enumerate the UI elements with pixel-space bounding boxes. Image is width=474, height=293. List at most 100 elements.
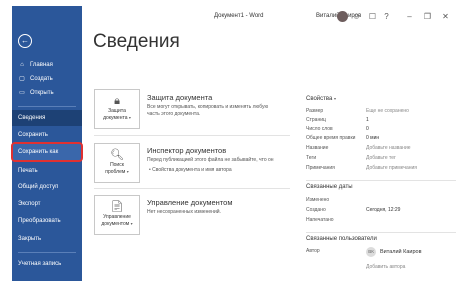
button-label-line2: документа: [103, 115, 128, 121]
sidebar-item-label: Сохранить: [18, 132, 48, 138]
lock-icon: 🔒︎: [114, 95, 120, 107]
help-icon[interactable]: ?: [381, 11, 392, 22]
property-label: Размер: [306, 108, 324, 114]
protect-document-button[interactable]: 🔒︎ Защита документа ▾: [94, 89, 140, 129]
chevron-down-icon: ▾: [334, 96, 337, 101]
section-title: Управление документом: [147, 198, 233, 207]
sidebar-item-label: Сведения: [18, 115, 46, 121]
property-label: Изменено: [306, 197, 330, 203]
back-arrow-icon[interactable]: ←: [18, 34, 32, 48]
property-label: Теги: [306, 155, 317, 161]
folder-icon: ▭: [19, 90, 25, 96]
close-icon[interactable]: ✕: [440, 11, 451, 22]
property-label: Число слов: [306, 126, 333, 132]
properties-divider: [306, 180, 456, 181]
emoji-icon[interactable]: ☺: [351, 11, 362, 22]
sidebar-item-save-as[interactable]: Сохранить как: [11, 142, 83, 162]
property-row: Добавить автора: [306, 264, 456, 272]
page-title: Сведения: [93, 31, 180, 52]
property-row: Теги Добавьте тег: [306, 155, 456, 163]
property-row: Число слов 0: [306, 126, 456, 134]
button-label-line2: документом: [101, 221, 130, 227]
button-label-line2: проблем: [105, 169, 126, 175]
property-row: Страниц 1: [306, 117, 456, 125]
window-edge: [0, 0, 12, 293]
avatar[interactable]: [337, 11, 348, 22]
section-description: Перед публикацией этого файла не забывай…: [147, 157, 274, 163]
property-row: Примечания Добавьте примечания: [306, 165, 456, 173]
new-doc-icon: ▢: [19, 76, 25, 82]
properties-divider: [306, 232, 456, 233]
tags-field[interactable]: Добавьте тег: [366, 155, 396, 161]
restore-icon[interactable]: ❐: [422, 11, 433, 22]
section-divider: [94, 135, 290, 136]
sidebar-item-transform[interactable]: Преобразовать: [12, 214, 82, 228]
property-value: Сегодня, 12:29: [366, 207, 401, 213]
property-value: 0 мин: [366, 135, 380, 141]
dates-header: Связанные даты: [306, 184, 353, 190]
title-field[interactable]: Добавьте название: [366, 145, 411, 151]
sidebar-item-label: Закрыть: [18, 236, 42, 242]
sidebar-item-label: Сохранить как: [18, 149, 59, 155]
properties-header-label: Свойства: [306, 96, 333, 102]
property-label: Создано: [306, 207, 326, 213]
manage-document-button[interactable]: 📄︎ Управление документом ▾: [94, 195, 140, 235]
people-header: Связанные пользователи: [306, 236, 377, 242]
sidebar-item-close[interactable]: Закрыть: [12, 232, 82, 246]
property-label: Напечатано: [306, 217, 334, 223]
sidebar-item-info[interactable]: Сведения: [12, 110, 82, 126]
sidebar-item-account[interactable]: Учетная запись: [12, 257, 82, 271]
sidebar-item-save[interactable]: Сохранить: [12, 128, 82, 142]
section-description: Все могут открывать, копировать и изменя…: [147, 104, 269, 117]
feedback-icon[interactable]: ☐: [367, 11, 378, 22]
sidebar-item-label: Учетная запись: [18, 261, 62, 267]
property-value: Еще не сохранено: [366, 108, 409, 114]
property-row: Изменено: [306, 197, 456, 205]
sidebar-item-label: Преобразовать: [18, 218, 61, 224]
check-issues-button[interactable]: 🔍︎ Поиск проблем ▾: [94, 143, 140, 183]
comments-field[interactable]: Добавьте примечания: [366, 165, 417, 171]
author-name: Виталий Каиров: [380, 249, 422, 255]
property-value: 0: [366, 126, 369, 132]
sidebar-item-print[interactable]: Печать: [12, 164, 82, 178]
chevron-down-icon: ▾: [128, 115, 131, 120]
window-title: Документ1 - Word: [214, 13, 264, 19]
sidebar-item-label: Печать: [18, 168, 38, 174]
avatar: ВК: [366, 247, 376, 257]
property-row: Создано Сегодня, 12:29: [306, 207, 456, 215]
button-label-line1: Поиск: [110, 162, 124, 168]
bullet-text: Свойства документа и имя автора: [152, 167, 232, 173]
sidebar-item-share[interactable]: Общий доступ: [12, 180, 82, 194]
property-row: Напечатано: [306, 217, 456, 225]
title-bar: Документ1 - Word Виталий Каиров ☺ ☐ ? – …: [82, 10, 474, 28]
chevron-down-icon: ▾: [126, 169, 129, 174]
property-row: Название Добавьте название: [306, 145, 456, 153]
word-window: ← ⌂ Главная ▢ Создать ▭ Открыть Сведения Со…: [0, 0, 474, 293]
sidebar-item-label: Общий доступ: [18, 184, 59, 190]
property-value: 1: [366, 117, 369, 123]
sidebar-item-export[interactable]: Экспорт: [12, 197, 82, 211]
sidebar-item-label: Создать: [30, 76, 53, 82]
sidebar-item-label: Главная: [30, 62, 53, 68]
section-description: Нет несохраненных изменений.: [147, 209, 221, 215]
sidebar-item-open[interactable]: ▭ Открыть: [12, 86, 82, 100]
minimize-icon[interactable]: –: [404, 11, 415, 22]
property-row: Общее время правки 0 мин: [306, 135, 456, 143]
property-label: Название: [306, 145, 329, 151]
section-divider: [94, 188, 290, 189]
property-row: Размер Еще не сохранено: [306, 108, 456, 116]
sidebar-divider: [18, 106, 76, 107]
property-label: Общее время правки: [306, 135, 356, 141]
property-label: Автор: [306, 248, 320, 254]
sidebar-item-label: Экспорт: [18, 201, 41, 207]
property-label: Страниц: [306, 117, 326, 123]
add-author-link[interactable]: Добавить автора: [366, 264, 405, 270]
sidebar-item-label: Открыть: [30, 90, 54, 96]
button-label-line1: Защита: [108, 108, 126, 114]
properties-header[interactable]: Свойства ▾: [306, 96, 336, 102]
sidebar-item-new[interactable]: ▢ Создать: [12, 72, 82, 86]
section-title: Защита документа: [147, 93, 213, 102]
home-icon: ⌂: [20, 62, 24, 68]
backstage-sidebar: ← ⌂ Главная ▢ Создать ▭ Открыть Сведения Со…: [11, 6, 83, 281]
sidebar-item-home[interactable]: ⌂ Главная: [12, 58, 82, 72]
